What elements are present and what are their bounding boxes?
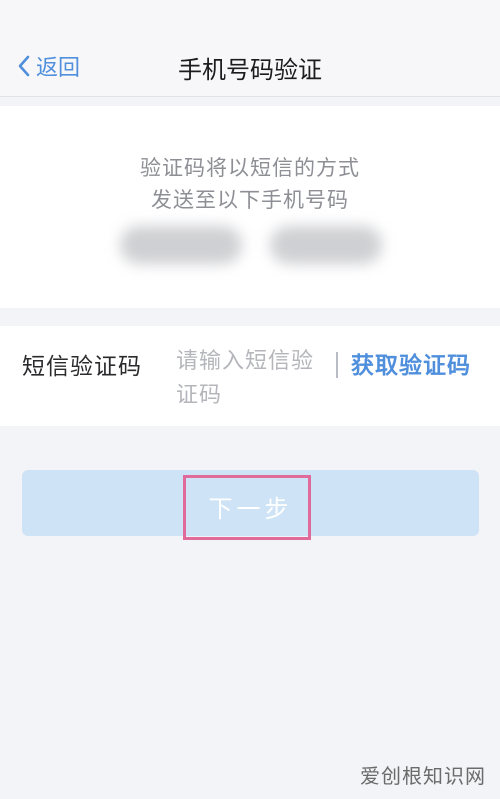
get-code-button[interactable]: 获取验证码 [351, 346, 471, 380]
divider [336, 352, 338, 378]
watermark: 爱创根知识网 [360, 764, 486, 788]
sms-code-input[interactable] [176, 342, 316, 412]
blur-mask [270, 226, 382, 264]
page-title: 手机号码验证 [178, 56, 322, 84]
highlight-annotation-box [183, 475, 311, 540]
sms-code-label: 短信验证码 [22, 354, 142, 380]
masked-phone-number [120, 226, 382, 264]
phone-verification-page: 返回 手机号码验证 验证码将以短信的方式 发送至以下手机号码 短信验证码 请输入… [0, 0, 500, 799]
info-text-line-2: 发送至以下手机号码 [151, 188, 349, 212]
info-text-line-1: 验证码将以短信的方式 [140, 156, 360, 180]
nav-bar: 返回 手机号码验证 [0, 0, 500, 97]
info-card: 验证码将以短信的方式 发送至以下手机号码 [0, 106, 500, 308]
blur-mask [120, 226, 242, 264]
sms-code-row: 短信验证码 请输入短信验证码 获取验证码 [0, 326, 500, 426]
